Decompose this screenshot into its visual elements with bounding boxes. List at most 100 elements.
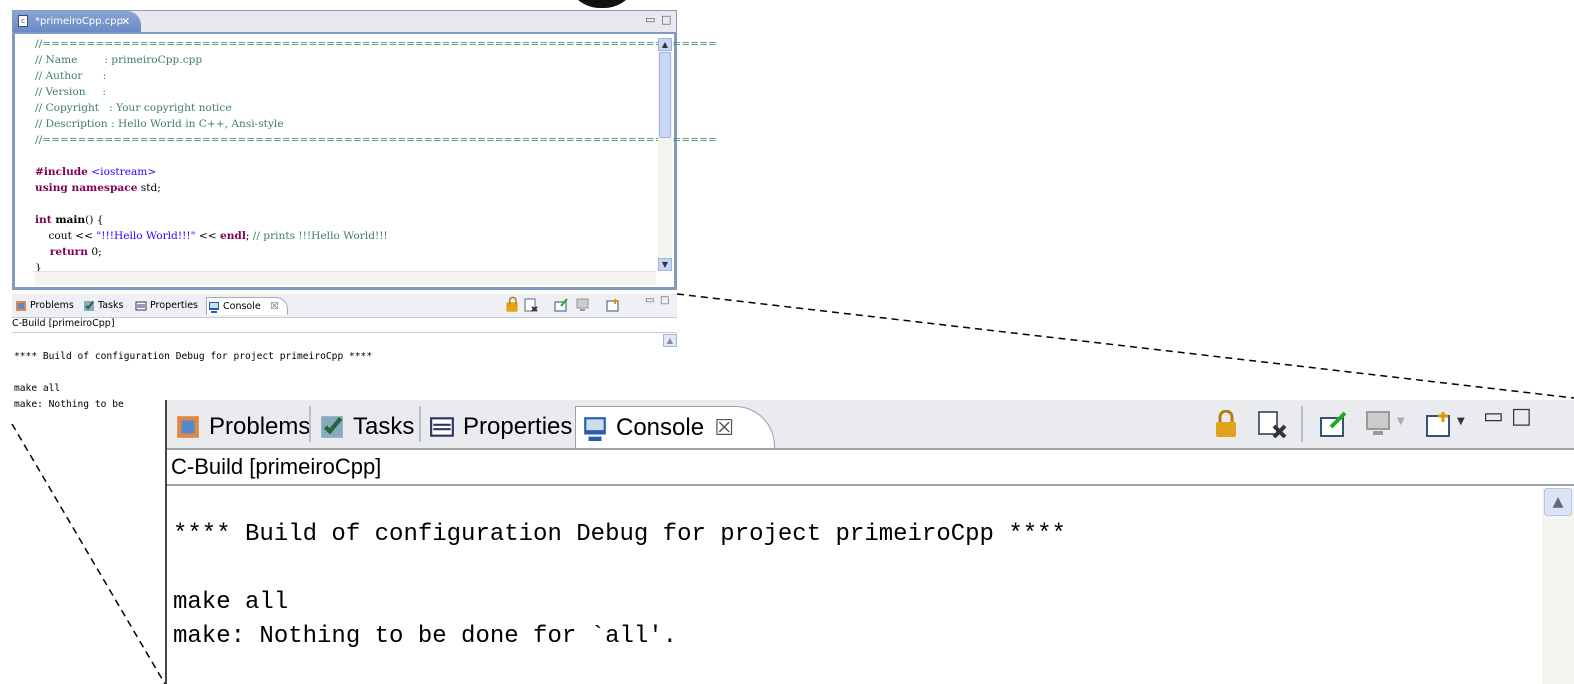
- scroll-lock-icon[interactable]: [1213, 410, 1239, 438]
- code-token: //======================================…: [35, 38, 717, 50]
- editor-tab-label: *primeiroCpp.cpp: [35, 16, 123, 27]
- minimize-icon[interactable]: ▭: [645, 295, 654, 306]
- tab-separator: [419, 406, 421, 442]
- code-token: main: [51, 214, 86, 226]
- toolbar-separator: [1301, 406, 1303, 442]
- pin-console-icon[interactable]: [554, 298, 568, 312]
- vertical-scrollbar[interactable]: ▲ ▼: [658, 38, 672, 271]
- console-tabbar: Problems Tasks Properties Console ☒ ▭ □: [12, 294, 677, 318]
- open-console-icon[interactable]: [1425, 410, 1455, 438]
- code-token: <iostream>: [87, 166, 157, 178]
- scroll-thumb[interactable]: [659, 52, 671, 138]
- code-token: cout <<: [35, 230, 97, 242]
- properties-icon: [135, 301, 147, 311]
- tab-console-label: Console: [616, 414, 705, 441]
- tab-properties[interactable]: Properties: [423, 406, 572, 448]
- tab-console[interactable]: Console ☒: [575, 406, 776, 449]
- console-icon: [584, 417, 606, 441]
- close-icon[interactable]: ✕: [121, 11, 130, 32]
- display-console-icon[interactable]: [576, 298, 590, 312]
- clear-console-icon[interactable]: [524, 298, 538, 312]
- console-panel-zoomed: Problems Tasks Properties Console ☒ ▼ ▼ …: [165, 400, 1574, 684]
- pin-console-icon[interactable]: [1319, 410, 1349, 438]
- console-line: make: Nothing to be done for `all'.: [173, 623, 678, 650]
- open-console-icon[interactable]: [606, 298, 620, 312]
- tasks-icon: [321, 416, 343, 438]
- problems-icon: [177, 416, 199, 438]
- code-token: endl: [219, 230, 246, 242]
- problems-icon: [16, 301, 26, 311]
- maximize-icon[interactable]: □: [660, 295, 669, 306]
- code-token: // prints !!!Hello World!!!: [252, 230, 388, 242]
- code-line: // Name : primeiroCpp.cpp: [35, 52, 717, 68]
- cpp-file-icon: c: [18, 15, 28, 27]
- tab-properties[interactable]: Properties: [134, 297, 198, 315]
- close-icon[interactable]: ☒: [714, 407, 734, 449]
- tab-tasks[interactable]: Tasks: [82, 297, 123, 315]
- code-token: // Author :: [35, 70, 107, 82]
- code-line: // Author :: [35, 68, 717, 84]
- console-icon: [209, 302, 219, 313]
- scroll-up-icon[interactable]: ▲: [1544, 488, 1572, 516]
- code-token: ;: [245, 230, 253, 242]
- zoom-line-top: [676, 293, 1574, 399]
- tab-console[interactable]: Console ☒: [206, 297, 288, 315]
- code-token: #include: [35, 166, 88, 178]
- code-token: <<: [195, 230, 220, 242]
- code-line: // Description : Hello World in C++, Ans…: [35, 116, 717, 132]
- code-line: using namespace std;: [35, 180, 717, 196]
- tab-problems[interactable]: Problems: [14, 297, 74, 315]
- scroll-lock-icon[interactable]: [506, 296, 518, 312]
- console-tabbar-zoomed: Problems Tasks Properties Console ☒ ▼ ▼ …: [167, 400, 1574, 450]
- tab-problems-label: Problems: [30, 300, 74, 311]
- code-token: // Description : Hello World in C++, Ans…: [35, 118, 284, 130]
- maximize-icon[interactable]: □: [661, 13, 671, 26]
- console-subtitle: C-Build [primeiroCpp]: [12, 318, 115, 329]
- code-line: return 0;: [35, 244, 717, 260]
- console-line: make all: [14, 383, 61, 394]
- code-token: int: [35, 214, 52, 226]
- chevron-down-icon[interactable]: ▼: [1397, 416, 1405, 427]
- tab-problems-label: Problems: [209, 413, 311, 440]
- editor-tab[interactable]: c *primeiroCpp.cpp ✕: [13, 11, 141, 32]
- scroll-up-icon[interactable]: ▲: [658, 38, 672, 51]
- code-line: int main() {: [35, 212, 717, 228]
- scroll-down-icon[interactable]: ▼: [658, 258, 672, 271]
- code-token: // Copyright : Your copyright notice: [35, 102, 232, 114]
- console-line: make all: [173, 589, 289, 616]
- code-token: // Version :: [35, 86, 106, 98]
- minimize-icon[interactable]: ▭: [1483, 404, 1504, 429]
- minimize-icon[interactable]: ▭: [645, 13, 655, 26]
- tab-tasks[interactable]: Tasks: [313, 406, 414, 448]
- code-token: std;: [137, 182, 161, 194]
- zoom-line-bottom: [11, 423, 166, 684]
- code-line: // Version :: [35, 84, 717, 100]
- tasks-icon: [84, 301, 94, 311]
- editor-tabbar: c *primeiroCpp.cpp ✕ ▭ □: [13, 11, 676, 32]
- tab-tasks-label: Tasks: [98, 300, 124, 311]
- tab-properties-label: Properties: [150, 300, 199, 311]
- code-line: //======================================…: [35, 132, 717, 148]
- console-line: **** Build of configuration Debug for pr…: [14, 351, 373, 362]
- console-output[interactable]: **** Build of configuration Debug for pr…: [173, 518, 1066, 654]
- code-token: using namespace: [35, 182, 138, 194]
- console-subtitle: C-Build [primeiroCpp]: [171, 454, 382, 479]
- console-scrollbar[interactable]: ▲: [1542, 488, 1574, 684]
- source-code[interactable]: //======================================…: [35, 36, 717, 276]
- scroll-up-icon[interactable]: ▲: [663, 334, 677, 347]
- chevron-down-icon[interactable]: ▼: [1457, 416, 1465, 427]
- clear-console-icon[interactable]: [1257, 410, 1287, 438]
- divider: [167, 484, 1574, 486]
- tab-problems[interactable]: Problems: [169, 406, 310, 448]
- editor-body[interactable]: //======================================…: [13, 32, 717, 289]
- code-line: #include <iostream>: [35, 164, 717, 180]
- display-console-icon[interactable]: [1365, 410, 1395, 438]
- horizontal-scrollbar[interactable]: [35, 271, 656, 285]
- maximize-icon[interactable]: □: [1511, 404, 1532, 429]
- code-token: return: [35, 246, 88, 258]
- close-icon[interactable]: ☒: [270, 298, 279, 316]
